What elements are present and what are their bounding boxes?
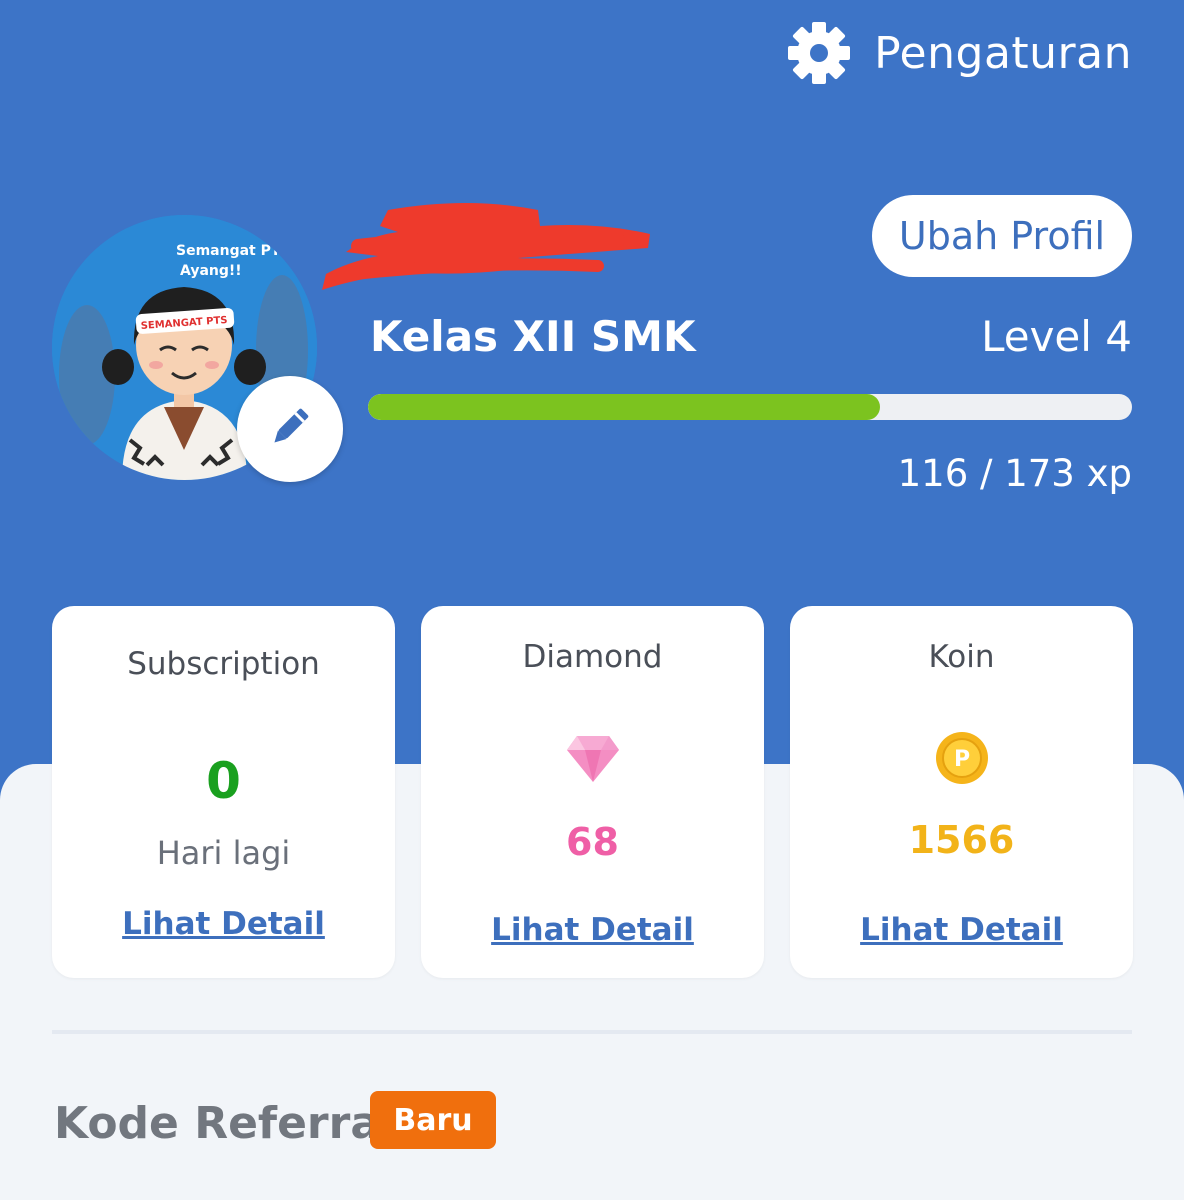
coin-value: 1566 (908, 818, 1015, 862)
card-title: Subscription (127, 646, 320, 682)
class-label: Kelas XII SMK (370, 312, 696, 361)
avatar-caption-line2: Ayang!! (180, 263, 242, 279)
coin-letter: P (953, 747, 969, 772)
redacted-name-scribble (318, 196, 658, 296)
xp-progress-fill (368, 394, 881, 420)
new-badge: Baru (370, 1091, 496, 1149)
coin-detail-link[interactable]: Lihat Detail (790, 912, 1133, 948)
xp-progress-bar (368, 394, 1132, 420)
subscription-days-value: 0 (206, 752, 241, 810)
edit-avatar-button[interactable] (237, 376, 343, 482)
subscription-detail-link[interactable]: Lihat Detail (52, 906, 395, 942)
card-title: Diamond (522, 639, 663, 675)
diamond-card: Diamond 68 Lihat Detail (421, 606, 764, 978)
diamond-icon (565, 730, 621, 790)
xp-text: 116 / 173 xp (897, 452, 1132, 495)
coin-card: Koin P 1566 Lihat Detail (790, 606, 1133, 978)
gear-icon (786, 20, 852, 86)
section-divider (52, 1030, 1132, 1034)
edit-profile-button[interactable]: Ubah Profil (872, 195, 1132, 277)
subscription-days-label: Hari lagi (156, 834, 291, 872)
subscription-card: Subscription 0 Hari lagi Lihat Detail (52, 606, 395, 978)
settings-label: Pengaturan (874, 27, 1132, 79)
coin-icon: P (934, 730, 990, 790)
level-label: Level 4 (981, 312, 1132, 361)
referral-code-title: Kode Referral (54, 1098, 396, 1149)
pencil-icon (265, 402, 315, 456)
stats-cards: Subscription 0 Hari lagi Lihat Detail Di… (52, 606, 1133, 978)
diamond-detail-link[interactable]: Lihat Detail (421, 912, 764, 948)
settings-button[interactable]: Pengaturan (786, 20, 1132, 86)
card-title: Koin (928, 639, 995, 675)
diamond-value: 68 (566, 820, 619, 864)
